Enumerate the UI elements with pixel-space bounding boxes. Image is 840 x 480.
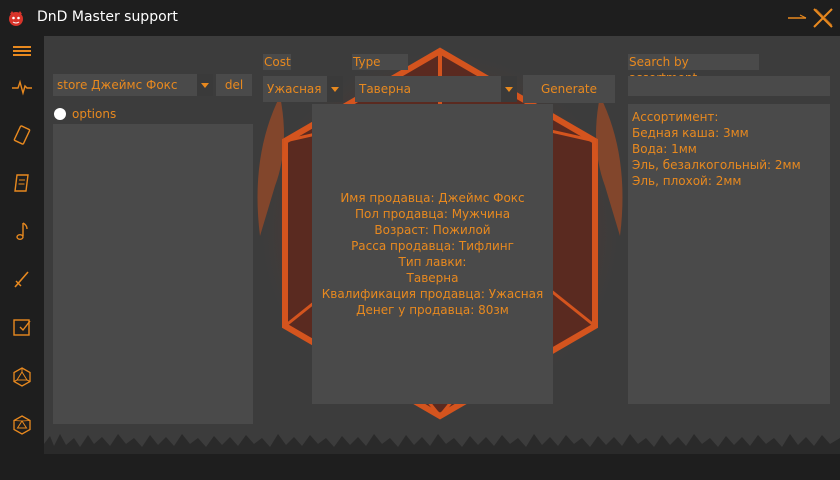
options-radio[interactable] [54, 108, 66, 120]
app-title: DnD Master support [37, 9, 178, 25]
sword-icon[interactable] [11, 268, 33, 290]
d20-outline-icon[interactable] [11, 414, 33, 436]
options-label: options [72, 107, 117, 121]
title-bar: DnD Master support [0, 0, 840, 36]
cost-select-value: Ужасная [267, 82, 322, 96]
dragon-logo-icon [9, 11, 23, 26]
main-area: store Джеймс Фокс del options Cost Ужасн… [44, 36, 840, 454]
seller-info-panel: Имя продавца: Джеймс Фокс Пол продавца: … [312, 104, 553, 404]
pulse-icon[interactable] [11, 76, 33, 98]
del-button-label: del [224, 78, 244, 92]
assortment-item: Вода: 1мм [632, 142, 697, 156]
search-input[interactable] [628, 76, 830, 96]
assortment-panel: Ассортимент: Бедная каша: 3мм Вода: 1мм … [628, 104, 830, 404]
type-select[interactable]: Таверна [355, 76, 517, 102]
minimize-icon[interactable] [786, 8, 808, 26]
shop-type-value: Таверна [406, 271, 459, 285]
seller-gender-line: Пол продавца: Мужчина [354, 207, 511, 221]
menu-icon[interactable] [11, 40, 33, 62]
scroll-icon[interactable] [11, 172, 33, 194]
chevron-down-icon[interactable] [197, 74, 213, 96]
seller-name-line: Имя продавца: Джеймс Фокс [340, 191, 525, 205]
generate-button[interactable]: Generate [523, 75, 615, 103]
assortment-heading: Ассортимент: [632, 110, 719, 124]
assortment-item: Эль, безалкогольный: 2мм [632, 158, 801, 172]
del-button[interactable]: del [216, 74, 252, 96]
chevron-down-icon[interactable] [327, 76, 343, 102]
type-select-value: Таверна [359, 82, 411, 96]
seller-money-line: Денег у продавца: 80зм [356, 303, 509, 317]
d20-icon[interactable] [11, 366, 33, 388]
grass-decoration [44, 434, 840, 454]
shop-type-heading: Тип лавки: [398, 255, 467, 269]
cost-label: Cost [263, 54, 291, 70]
seller-race-line: Расса продавца: Тифлинг [351, 239, 514, 253]
chevron-down-icon[interactable] [501, 76, 517, 102]
cost-select[interactable]: Ужасная [263, 76, 343, 102]
type-label: Type [352, 54, 408, 70]
store-select-value: store Джеймс Фокс [57, 78, 178, 92]
store-options-list[interactable] [53, 124, 253, 424]
assortment-item: Эль, плохой: 2мм [632, 174, 742, 188]
generate-button-label: Generate [540, 82, 598, 96]
close-icon[interactable] [811, 6, 835, 30]
card-icon[interactable] [11, 124, 33, 146]
seller-age-line: Возраст: Пожилой [374, 223, 491, 237]
seller-qualification-line: Квалификация продавца: Ужасная [321, 287, 544, 301]
sidebar [0, 36, 44, 480]
music-icon[interactable] [11, 220, 33, 242]
bottom-strip [44, 454, 840, 480]
search-label: Search by assortment [628, 54, 759, 85]
store-select[interactable]: store Джеймс Фокс [53, 74, 213, 96]
assortment-item: Бедная каша: 3мм [632, 126, 749, 140]
checkbox-icon[interactable] [11, 316, 33, 338]
